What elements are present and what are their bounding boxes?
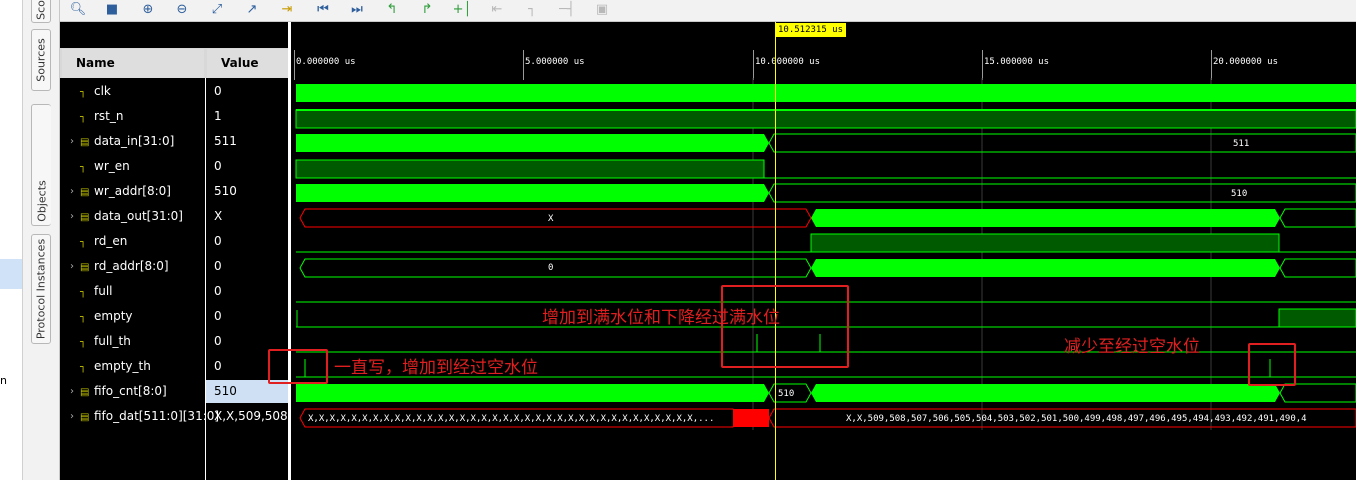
waveform-traces: 511 510 X 0 510 X,X,X,X,X,X,X,X,X,X,X,X,… — [295, 78, 1356, 430]
wave-fifo-cnt-fall — [811, 384, 1280, 402]
wave-fifo-dat-left-label: X,X,X,X,X,X,X,X,X,X,X,X,X,X,X,X,X,X,X,X,… — [308, 414, 714, 424]
wave-data-out-hold — [1279, 208, 1356, 228]
cursor-time-label: 10.512315 us — [775, 23, 847, 37]
time-cursor[interactable] — [775, 22, 776, 480]
annotation-full-level: 增加到满水位和下降经过满水位 — [542, 308, 780, 328]
annotation-box-read-empty — [1248, 343, 1296, 386]
wave-data-in-value: 511 — [1233, 139, 1249, 149]
wave-rd-en-high — [810, 233, 1280, 253]
wave-data-in-hold — [768, 133, 1356, 153]
wave-fifo-dat-transition — [733, 409, 769, 427]
wave-rst-n — [295, 109, 1356, 129]
wave-empty-high — [1278, 308, 1356, 328]
annotation-read-empty: 减少至经过空水位 — [1064, 337, 1200, 357]
annotation-box-write-empty — [268, 349, 328, 384]
wave-data-out-x-label: X — [548, 214, 554, 224]
wave-clk — [296, 84, 1356, 102]
annotation-write-empty: 一直写，增加到经过空水位 — [334, 358, 538, 378]
wave-data-out-x — [299, 208, 812, 228]
wave-rd-addr-zero — [299, 258, 812, 278]
wave-fifo-cnt-rise — [296, 384, 769, 402]
wave-fifo-dat-right-label: X,X,509,508,507,506,505,504,503,502,501,… — [846, 414, 1307, 424]
wave-data-out-active — [811, 209, 1280, 227]
wave-wr-addr-value: 510 — [1231, 189, 1247, 199]
wave-fifo-cnt-value: 510 — [778, 389, 794, 399]
wave-rd-addr-label: 0 — [548, 263, 553, 273]
wave-wr-addr-hold — [768, 183, 1356, 203]
wave-rd-addr-active — [811, 259, 1280, 277]
wave-wr-addr-active — [296, 184, 769, 202]
wave-data-in-active — [296, 134, 769, 152]
wave-wr-en-high — [295, 159, 765, 179]
